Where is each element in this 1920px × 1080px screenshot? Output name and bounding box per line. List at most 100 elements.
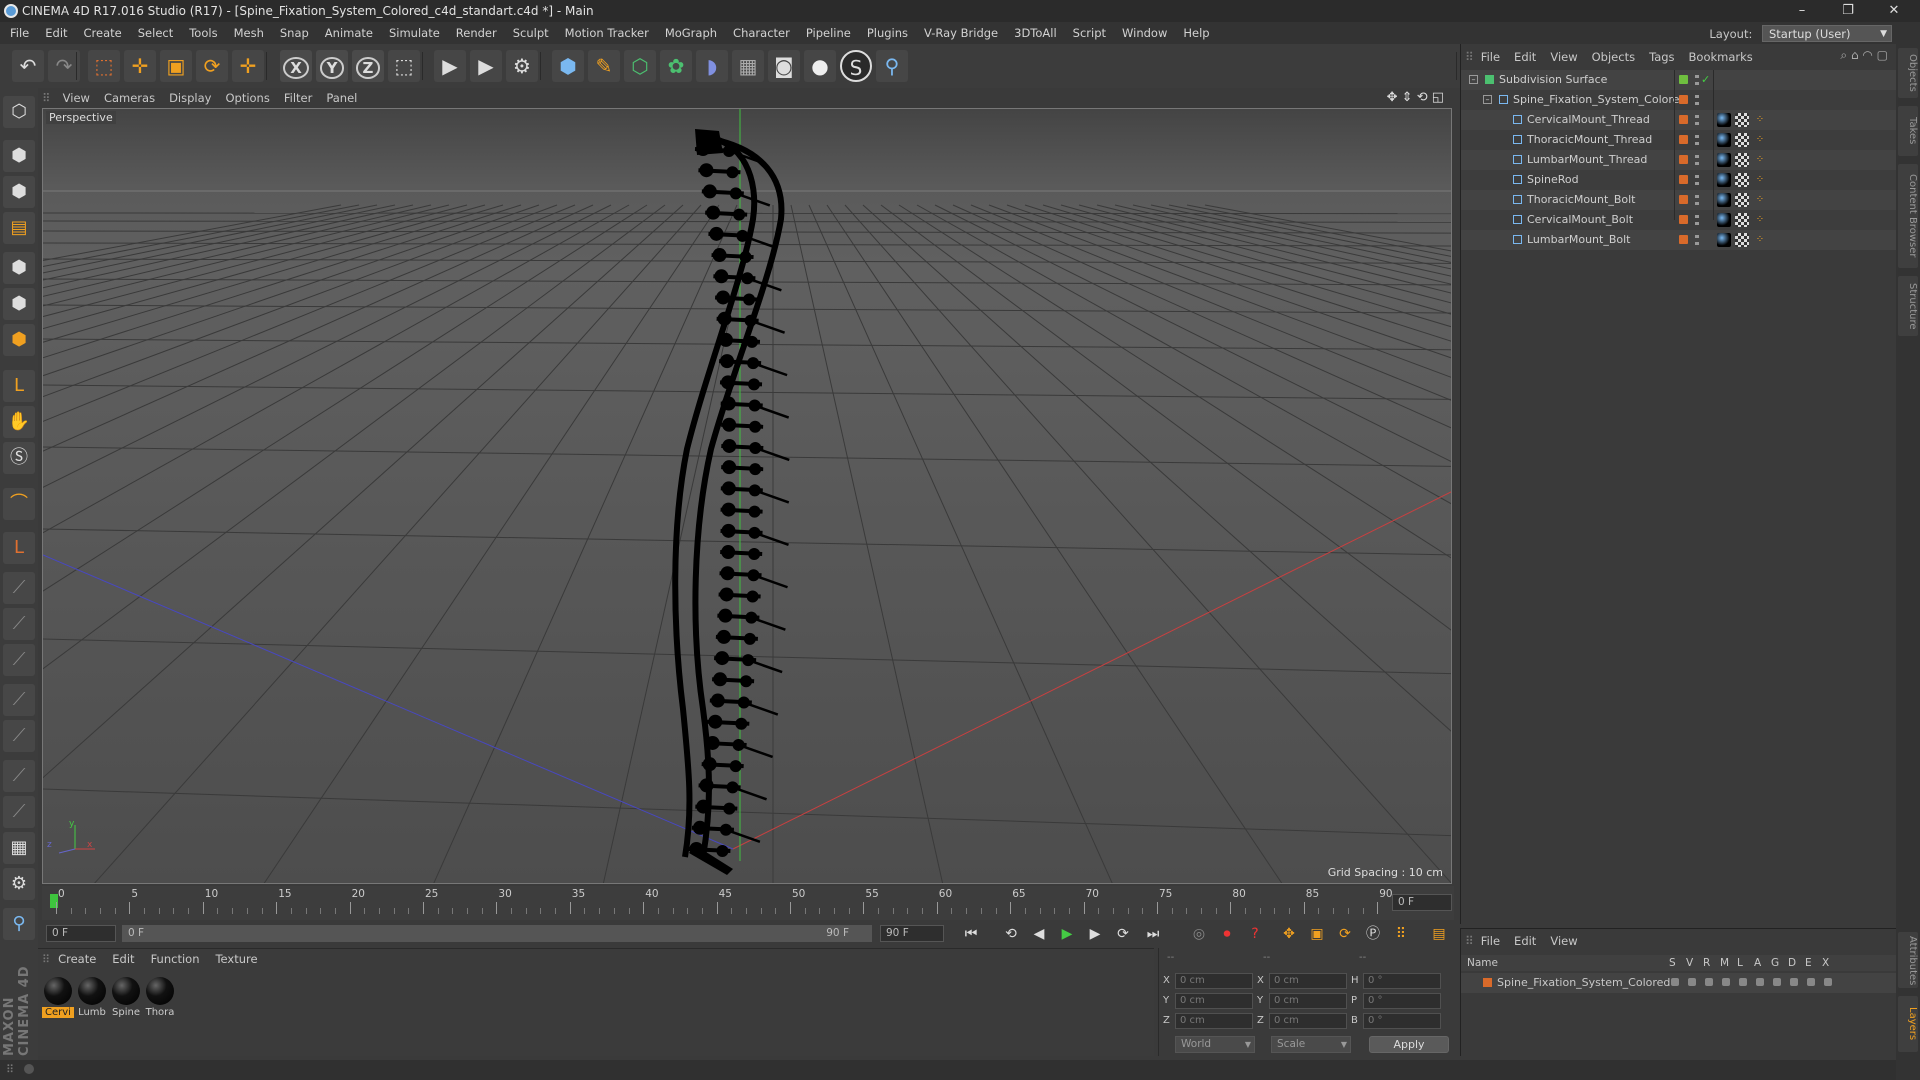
object-row-spine-fixation-system-colored[interactable]: – Spine_Fixation_System_Colored — [1461, 90, 1897, 110]
texture-tag-icon[interactable] — [1735, 193, 1749, 207]
layout-selector[interactable]: Layout: Startup (User) ▼ — [1709, 25, 1892, 43]
render-picture-viewer-icon[interactable]: ▶ — [470, 50, 502, 82]
material-tag-icon[interactable] — [1717, 193, 1731, 207]
menu-script[interactable]: Script — [1065, 22, 1114, 44]
phong-tag-icon[interactable]: ⁘ — [1753, 193, 1767, 207]
layer-column-v[interactable]: V — [1686, 955, 1693, 971]
visibility-dots-icon[interactable] — [1695, 95, 1699, 105]
key-position-icon[interactable]: ✥ — [1278, 924, 1300, 944]
render-view-icon[interactable]: ▶ — [434, 50, 466, 82]
material-menu-edit[interactable]: Edit — [104, 949, 142, 969]
menu-render[interactable]: Render — [448, 22, 505, 44]
layer-color-icon[interactable] — [1679, 135, 1688, 144]
layer-column-e[interactable]: E — [1805, 955, 1812, 971]
visibility-dots-icon[interactable] — [1695, 135, 1699, 145]
scale-icon[interactable]: ▣ — [160, 50, 192, 82]
snap-icon[interactable]: Ⓢ — [3, 442, 35, 474]
viewport-menu-filter[interactable]: Filter — [277, 88, 319, 108]
material-swatch[interactable]: Spine — [110, 975, 142, 1027]
viewport-menu-cameras[interactable]: Cameras — [97, 88, 162, 108]
previous-key-icon[interactable]: ⟲ — [1000, 924, 1022, 944]
motion-record-icon[interactable]: ◎ — [1188, 924, 1210, 944]
texture-tag-icon[interactable] — [1735, 133, 1749, 147]
menu-select[interactable]: Select — [130, 22, 181, 44]
menu-mesh[interactable]: Mesh — [226, 22, 272, 44]
layer-color-icon[interactable] — [1679, 175, 1688, 184]
object-row-thoracicmount-thread[interactable]: ThoracicMount_Thread ⁘ — [1461, 130, 1897, 150]
sculpt-grab-icon[interactable]: ⟋ — [3, 644, 35, 676]
layer-column-d[interactable]: D — [1788, 955, 1796, 971]
record-keyframe-icon[interactable]: ⏺ — [1216, 924, 1238, 944]
object-mode-icon[interactable]: ⬢ — [3, 140, 35, 172]
coordinate-value-field[interactable]: 0 cm — [1269, 1013, 1347, 1029]
material-menu-create[interactable]: Create — [50, 949, 104, 969]
menu-snap[interactable]: Snap — [272, 22, 317, 44]
viewport-menu-options[interactable]: Options — [218, 88, 276, 108]
timeline-window-icon[interactable]: ▤ — [1428, 924, 1450, 944]
go-to-end-icon[interactable]: ⏭ — [1142, 924, 1164, 944]
object-row-thoracicmount-bolt[interactable]: ThoracicMount_Bolt ⁘ — [1461, 190, 1897, 210]
menu-sculpt[interactable]: Sculpt — [505, 22, 557, 44]
menu-mograph[interactable]: MoGraph — [657, 22, 725, 44]
axis-tool-icon[interactable]: L — [3, 532, 35, 564]
phong-tag-icon[interactable]: ⁘ — [1753, 213, 1767, 227]
sketch-icon[interactable]: S — [840, 50, 872, 82]
material-menu-function[interactable]: Function — [143, 949, 208, 969]
ring-icon[interactable]: ⚙ — [3, 868, 35, 900]
right-tab-takes[interactable]: Takes — [1898, 106, 1918, 156]
visibility-dots-icon[interactable] — [1695, 215, 1699, 225]
key-pla-icon[interactable]: ⠿ — [1390, 924, 1412, 944]
visibility-dots-icon[interactable] — [1695, 175, 1699, 185]
texture-tag-icon[interactable] — [1735, 173, 1749, 187]
floor-icon[interactable]: ▦ — [732, 50, 764, 82]
object-menu-bookmarks[interactable]: Bookmarks — [1682, 44, 1760, 70]
layer-flag-icon[interactable] — [1773, 978, 1781, 986]
undo-icon[interactable]: ↶ — [12, 50, 44, 82]
material-tag-icon[interactable] — [1717, 173, 1731, 187]
pen-icon[interactable]: ✎ — [588, 50, 620, 82]
menu-motion-tracker[interactable]: Motion Tracker — [557, 22, 657, 44]
previous-frame-icon[interactable]: ◀ — [1028, 924, 1050, 944]
layer-color-icon[interactable] — [1679, 235, 1688, 244]
layer-color-icon[interactable] — [1679, 155, 1688, 164]
coordinate-value-field[interactable]: 0 ° — [1363, 993, 1441, 1009]
autokey-icon[interactable]: ? — [1244, 924, 1266, 944]
material-swatch[interactable]: Lumb — [76, 975, 108, 1027]
axis-mode-icon[interactable]: L — [3, 370, 35, 402]
layer-color-icon[interactable] — [1483, 978, 1492, 987]
material-menu-texture[interactable]: Texture — [207, 949, 265, 969]
key-rotation-icon[interactable]: ⟳ — [1334, 924, 1356, 944]
coordinate-value-field[interactable]: 0 cm — [1175, 993, 1253, 1009]
menu-create[interactable]: Create — [76, 22, 130, 44]
coordinate-value-field[interactable]: 0 cm — [1175, 973, 1253, 989]
layer-flag-icon[interactable] — [1756, 978, 1764, 986]
grid-lock-icon[interactable]: ▦ — [3, 832, 35, 864]
object-menu-edit[interactable]: Edit — [1507, 44, 1543, 70]
layer-column-x[interactable]: X — [1822, 955, 1829, 971]
object-row-cervicalmount-bolt[interactable]: CervicalMount_Bolt ⁘ — [1461, 210, 1897, 230]
menu-3dtoall[interactable]: 3DToAll — [1006, 22, 1065, 44]
python-script-icon[interactable]: ⚲ — [3, 908, 35, 940]
layer-flag-icon[interactable] — [1671, 978, 1679, 986]
material-tag-icon[interactable] — [1717, 153, 1731, 167]
object-menu-tags[interactable]: Tags — [1642, 44, 1681, 70]
coordinate-value-field[interactable]: 0 ° — [1363, 973, 1441, 989]
viewport-nav-icons[interactable]: ✥ ⇕ ⟲ ◱ — [1387, 88, 1444, 108]
python-icon[interactable]: ⚲ — [876, 50, 908, 82]
material-tag-icon[interactable] — [1717, 113, 1731, 127]
sculpt-inflate-icon[interactable]: ⟋ — [3, 720, 35, 752]
sculpt-pull-icon[interactable]: ⟋ — [3, 608, 35, 640]
move-icon[interactable]: ✛ — [124, 50, 156, 82]
end-frame-field[interactable]: 90 F — [880, 925, 944, 942]
coordinate-value-field[interactable]: 0 ° — [1363, 1013, 1441, 1029]
timeline-ruler[interactable]: 0 5 10 15 20 25 30 35 40 45 50 55 60 65 70 75 80 85 90 0 F — [42, 886, 1454, 920]
light-icon[interactable]: ● — [804, 50, 836, 82]
coordinate-system-icon[interactable]: ⬚ — [388, 50, 420, 82]
rotate-icon[interactable]: ⟳ — [196, 50, 228, 82]
sculpt-knife-icon[interactable]: ⟋ — [3, 760, 35, 792]
start-frame-field[interactable]: 0 F — [46, 925, 116, 942]
layer-menu-file[interactable]: File — [1474, 929, 1507, 953]
object-row-spinerod[interactable]: SpineRod ⁘ — [1461, 170, 1897, 190]
menu-animate[interactable]: Animate — [317, 22, 381, 44]
layer-column-s[interactable]: S — [1669, 955, 1676, 971]
